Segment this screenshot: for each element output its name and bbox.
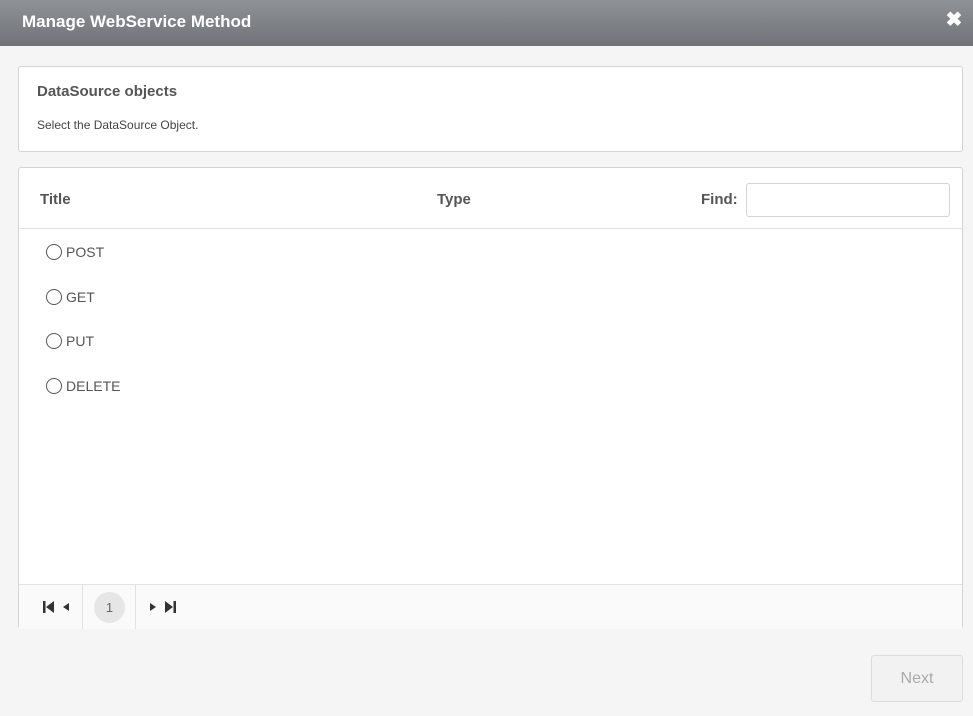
column-header-type[interactable]: Type [437, 191, 471, 208]
radio-button[interactable] [46, 289, 62, 305]
pager: 1 [19, 584, 962, 629]
row-title: DELETE [66, 378, 121, 394]
row-title: PUT [66, 333, 94, 349]
pager-divider [135, 585, 136, 629]
next-page-icon[interactable] [144, 598, 160, 616]
previous-page-icon[interactable] [59, 598, 75, 616]
dialog-titlebar: Manage WebService Method ✖ [0, 0, 973, 46]
dialog-title: Manage WebService Method [22, 12, 252, 31]
list-item-delete[interactable]: DELETE [46, 376, 120, 396]
close-icon[interactable]: ✖ [945, 10, 963, 30]
grid-header: Title Type Find: [19, 168, 962, 229]
datasource-grid: Title Type Find: POST GET PUT DELETE 1 [18, 167, 963, 629]
datasource-info-panel: DataSource objects Select the DataSource… [18, 66, 963, 152]
list-item-get[interactable]: GET [46, 287, 95, 307]
find-input[interactable] [746, 183, 950, 217]
next-button[interactable]: Next [871, 655, 963, 702]
list-item-post[interactable]: POST [46, 242, 104, 262]
panel-description: Select the DataSource Object. [37, 118, 199, 132]
find-label: Find: [701, 191, 738, 208]
row-title: GET [66, 289, 95, 305]
radio-button[interactable] [46, 333, 62, 349]
panel-heading: DataSource objects [37, 83, 178, 100]
radio-button[interactable] [46, 378, 62, 394]
column-header-title[interactable]: Title [40, 191, 71, 208]
pager-divider [82, 585, 83, 629]
row-title: POST [66, 244, 105, 260]
list-item-put[interactable]: PUT [46, 331, 94, 351]
first-page-icon[interactable] [41, 598, 57, 616]
radio-button[interactable] [46, 244, 62, 260]
page-number-button[interactable]: 1 [94, 592, 125, 623]
last-page-icon[interactable] [162, 598, 178, 616]
